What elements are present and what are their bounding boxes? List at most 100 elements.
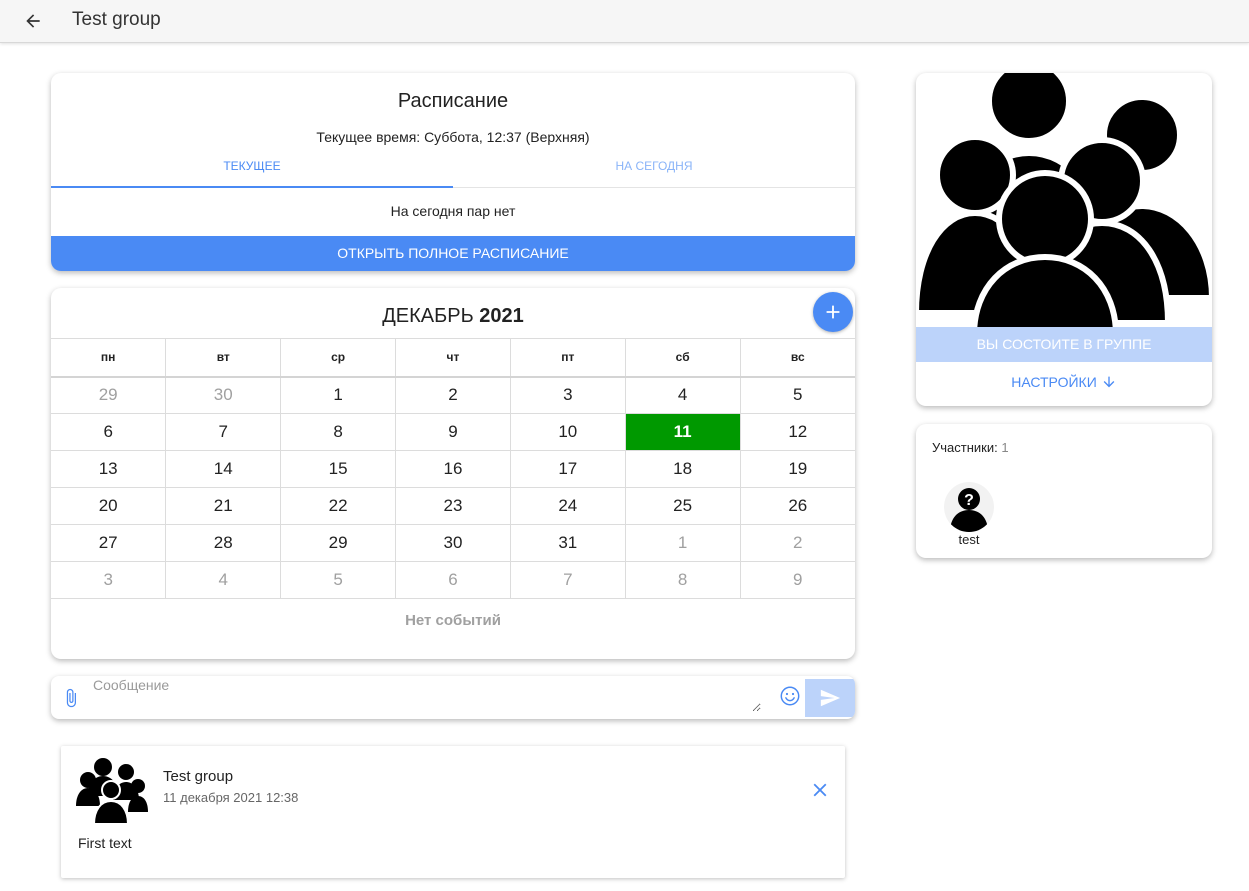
calendar-day[interactable]: 14 bbox=[165, 450, 282, 488]
participants-card: Участники: 1 ? test bbox=[916, 424, 1212, 558]
unknown-user-icon: ? bbox=[950, 488, 988, 532]
calendar-day[interactable]: 4 bbox=[165, 561, 282, 599]
calendar-day-today[interactable]: 11 bbox=[624, 413, 741, 451]
schedule-title: Расписание bbox=[397, 90, 509, 112]
weekday-header: пн bbox=[51, 338, 167, 378]
calendar-day[interactable]: 1 bbox=[624, 524, 741, 562]
calendar-day[interactable]: 8 bbox=[280, 413, 397, 451]
calendar-day[interactable]: 9 bbox=[739, 561, 855, 599]
calendar-day[interactable]: 18 bbox=[624, 450, 741, 488]
back-button[interactable] bbox=[20, 8, 46, 34]
calendar-day[interactable]: 22 bbox=[280, 487, 397, 525]
calendar-day[interactable]: 17 bbox=[509, 450, 626, 488]
post-date: 11 декабря 2021 12:38 bbox=[163, 790, 299, 805]
calendar-week-row: 13 14 15 16 17 18 19 bbox=[51, 450, 855, 488]
calendar-day[interactable]: 7 bbox=[165, 413, 282, 451]
calendar-day[interactable]: 2 bbox=[739, 524, 855, 562]
arrow-left-icon bbox=[26, 14, 40, 28]
top-app-bar: Test group bbox=[0, 0, 1249, 43]
avatar: ? bbox=[944, 482, 994, 532]
calendar-day[interactable]: 20 bbox=[51, 487, 167, 525]
calendar-month: ДЕКАБРЬ bbox=[382, 305, 474, 327]
no-classes-text: На сегодня пар нет bbox=[390, 203, 516, 219]
paperclip-icon[interactable] bbox=[61, 685, 81, 711]
send-button[interactable] bbox=[805, 679, 855, 717]
member-name: test bbox=[958, 532, 980, 547]
calendar-day[interactable]: 13 bbox=[51, 450, 167, 488]
message-input[interactable] bbox=[91, 676, 761, 712]
calendar-day[interactable]: 12 bbox=[739, 413, 855, 451]
svg-text:?: ? bbox=[964, 492, 974, 509]
calendar-day[interactable]: 2 bbox=[395, 376, 511, 414]
weekday-header: чт bbox=[395, 338, 511, 378]
calendar-day[interactable]: 5 bbox=[280, 561, 397, 599]
no-events-text: Нет событий bbox=[405, 612, 501, 629]
group-icon bbox=[916, 73, 1212, 328]
calendar-day[interactable]: 10 bbox=[509, 413, 626, 451]
group-card: ВЫ СОСТОИТЕ В ГРУППЕ НАСТРОЙКИ bbox=[916, 73, 1212, 406]
calendar-day[interactable]: 29 bbox=[280, 524, 397, 562]
calendar-day[interactable]: 4 bbox=[624, 376, 741, 414]
page-title: Test group bbox=[72, 9, 161, 30]
calendar-day[interactable]: 16 bbox=[395, 450, 511, 488]
current-time: Текущее время: Суббота, 12:37 (Верхняя) bbox=[316, 129, 590, 145]
settings-label: НАСТРОЙКИ bbox=[1011, 374, 1097, 390]
calendar-day[interactable]: 30 bbox=[395, 524, 511, 562]
calendar-day[interactable]: 23 bbox=[395, 487, 511, 525]
smiley-icon[interactable] bbox=[779, 685, 801, 707]
calendar-day[interactable]: 19 bbox=[739, 450, 855, 488]
weekday-header: ср bbox=[280, 338, 397, 378]
calendar-day[interactable]: 5 bbox=[739, 376, 855, 414]
calendar-week-row: 3456789 bbox=[51, 561, 855, 599]
calendar-week-row: 6 7 8 9 10 11 12 bbox=[51, 413, 855, 451]
calendar-day[interactable]: 26 bbox=[739, 487, 855, 525]
participants-label: Участники: 1 bbox=[932, 440, 1009, 455]
calendar-day[interactable]: 27 bbox=[51, 524, 167, 562]
calendar-day[interactable]: 31 bbox=[509, 524, 626, 562]
schedule-card: Расписание Текущее время: Суббота, 12:37… bbox=[51, 73, 855, 271]
calendar-day[interactable]: 15 bbox=[280, 450, 397, 488]
calendar-day[interactable]: 1 bbox=[280, 376, 397, 414]
calendar-month-title: ДЕКАБРЬ 2021 bbox=[51, 305, 855, 328]
calendar-day[interactable]: 6 bbox=[395, 561, 511, 599]
calendar-week-row: 27 28 29 30 31 1 2 bbox=[51, 524, 855, 562]
calendar-day[interactable]: 25 bbox=[624, 487, 741, 525]
post-author[interactable]: Test group bbox=[163, 768, 233, 785]
close-icon[interactable] bbox=[809, 779, 831, 801]
post-text: First text bbox=[78, 835, 132, 851]
schedule-tabs: ТЕКУЩЕЕ НА СЕГОДНЯ bbox=[51, 154, 855, 188]
calendar-day[interactable]: 30 bbox=[165, 376, 282, 414]
participants-count: 1 bbox=[1001, 440, 1009, 455]
message-composer bbox=[51, 676, 855, 719]
weekday-header: вс bbox=[739, 338, 855, 378]
group-icon bbox=[76, 758, 148, 824]
calendar-day[interactable]: 9 bbox=[395, 413, 511, 451]
tab-today[interactable]: НА СЕГОДНЯ bbox=[453, 154, 855, 188]
plus-icon bbox=[826, 305, 840, 319]
add-event-button[interactable] bbox=[813, 292, 853, 332]
calendar-day[interactable]: 24 bbox=[509, 487, 626, 525]
calendar-day[interactable]: 28 bbox=[165, 524, 282, 562]
calendar-day[interactable]: 3 bbox=[509, 376, 626, 414]
weekday-header: сб bbox=[624, 338, 741, 378]
participants-label-text: Участники: bbox=[932, 440, 998, 455]
calendar-day[interactable]: 3 bbox=[51, 561, 167, 599]
calendar-grid: пн вт ср чт пт сб вс 29 30 1 2 3 4 5 6 7 8 9 10 11 12… bbox=[51, 338, 855, 599]
calendar-day[interactable]: 8 bbox=[624, 561, 741, 599]
tab-current[interactable]: ТЕКУЩЕЕ bbox=[51, 154, 453, 188]
calendar-day[interactable]: 6 bbox=[51, 413, 167, 451]
calendar-card: ДЕКАБРЬ 2021 пн вт ср чт пт сб вс 29 30 1 2… bbox=[51, 288, 855, 659]
weekday-header: пт bbox=[509, 338, 626, 378]
settings-button[interactable]: НАСТРОЙКИ bbox=[916, 374, 1212, 390]
calendar-day[interactable]: 7 bbox=[509, 561, 626, 599]
open-full-schedule-button[interactable]: ОТКРЫТЬ ПОЛНОЕ РАСПИСАНИЕ bbox=[51, 236, 855, 271]
calendar-day[interactable]: 29 bbox=[51, 376, 167, 414]
calendar-day[interactable]: 21 bbox=[165, 487, 282, 525]
calendar-year: 2021 bbox=[479, 305, 524, 327]
member-status-button[interactable]: ВЫ СОСТОИТЕ В ГРУППЕ bbox=[916, 327, 1212, 362]
calendar-week-row: 20 21 22 23 24 25 26 bbox=[51, 487, 855, 525]
arrow-down-icon bbox=[1103, 376, 1115, 388]
weekday-header: вт bbox=[165, 338, 282, 378]
member-item[interactable]: ? test bbox=[943, 482, 995, 547]
send-icon bbox=[820, 689, 841, 707]
